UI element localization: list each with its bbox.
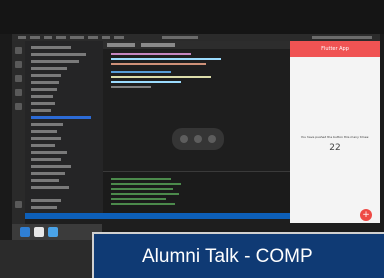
status-bar: [25, 213, 290, 219]
banner-text: Alumni Talk - COMP: [142, 246, 313, 267]
app-bar-title: Flutter App: [290, 41, 380, 57]
mac-menu-bar: [12, 34, 380, 41]
screen-share-controls[interactable]: [172, 128, 224, 150]
file-explorer[interactable]: [25, 41, 103, 213]
phone-emulator: Flutter App You have pushed the button t…: [290, 41, 380, 223]
counter-value: 22: [329, 143, 341, 153]
editor-tabs[interactable]: [103, 41, 290, 49]
code-editor[interactable]: [103, 41, 290, 171]
video-frame-top: [0, 0, 384, 34]
desktop-screen: Flutter App You have pushed the button t…: [12, 34, 380, 230]
chrome-icon[interactable]: [34, 227, 44, 237]
talk-title-banner: Alumni Talk - COMP: [92, 232, 384, 278]
debug-console-panel: [103, 171, 290, 214]
activity-bar[interactable]: [12, 41, 25, 230]
counter-label: You have pushed the button this many tim…: [300, 135, 370, 139]
vscode-icon[interactable]: [20, 227, 30, 237]
mac-dock: [12, 224, 102, 240]
increment-fab[interactable]: +: [360, 209, 372, 221]
finder-icon[interactable]: [48, 227, 58, 237]
